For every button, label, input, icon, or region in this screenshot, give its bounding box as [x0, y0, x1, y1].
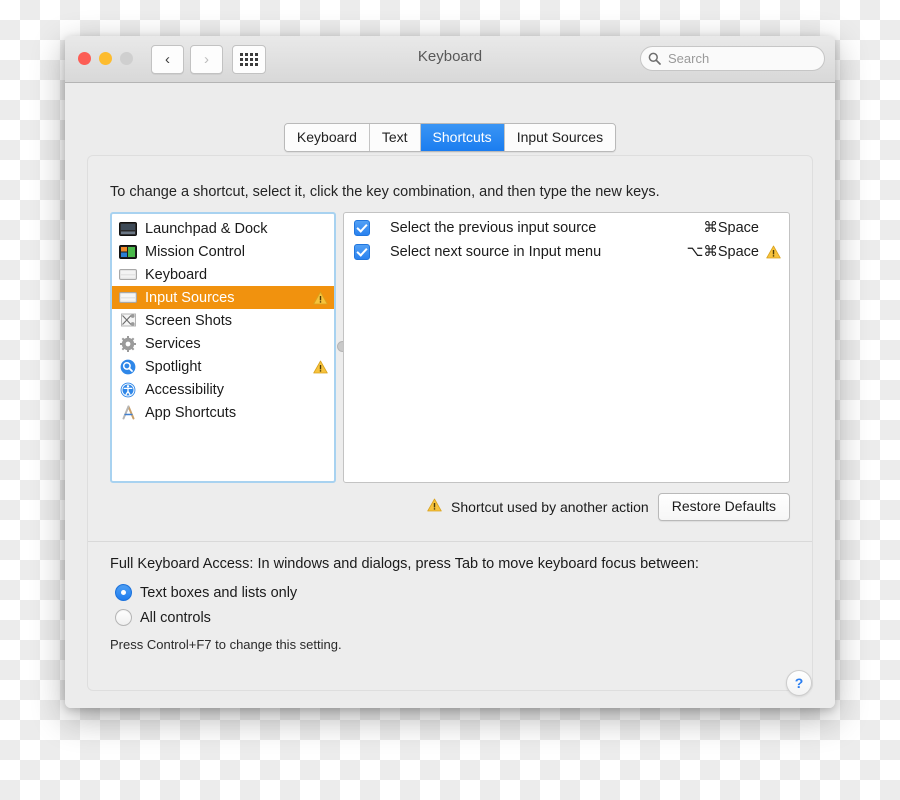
services-gear-icon — [118, 336, 138, 352]
category-row-screen-shots[interactable]: Screen Shots — [112, 309, 334, 332]
category-row-input-sources[interactable]: Input Sources — [112, 286, 334, 309]
tab-keyboard[interactable]: Keyboard — [285, 124, 370, 151]
section-divider — [88, 541, 812, 542]
launchpad-dock-icon — [118, 221, 138, 237]
search-field[interactable]: ✕ — [640, 46, 825, 71]
restore-defaults-button[interactable]: Restore Defaults — [658, 493, 790, 521]
spotlight-icon — [118, 359, 138, 375]
screenshots-icon — [118, 313, 138, 329]
shortcut-checkbox[interactable] — [354, 244, 370, 260]
accessibility-icon — [118, 382, 138, 398]
tab-group: Keyboard Text Shortcuts Input Sources — [284, 123, 616, 152]
category-label: Services — [145, 336, 328, 352]
shortcut-list[interactable]: Select the previous input source ⌘Space … — [343, 212, 790, 483]
window-titlebar: ‹ › Keyboard ✕ — [65, 36, 835, 83]
tab-bar: Keyboard Text Shortcuts Input Sources — [65, 123, 835, 152]
category-row-mission-control[interactable]: Mission Control — [112, 240, 334, 263]
category-label: App Shortcuts — [145, 405, 328, 421]
shortcut-category-list[interactable]: Launchpad & Dock Mission Control — [110, 212, 336, 483]
tab-text[interactable]: Text — [370, 124, 421, 151]
category-label: Accessibility — [145, 382, 328, 398]
category-label: Mission Control — [145, 244, 328, 260]
category-label: Launchpad & Dock — [145, 221, 328, 237]
app-shortcuts-icon — [118, 405, 138, 421]
radio-label: All controls — [140, 610, 211, 626]
shortcut-keys[interactable]: ⌥⌘Space — [687, 244, 759, 260]
legend-row: Shortcut used by another action Restore … — [110, 493, 790, 521]
help-button[interactable]: ? — [786, 670, 812, 696]
shortcut-name: Select the previous input source — [390, 220, 703, 236]
category-label: Screen Shots — [145, 313, 328, 329]
full-keyboard-access-title: Full Keyboard Access: In windows and dia… — [110, 556, 699, 572]
tab-shortcuts[interactable]: Shortcuts — [421, 124, 505, 151]
category-row-spotlight[interactable]: Spotlight — [112, 355, 334, 378]
input-sources-icon — [118, 290, 138, 306]
warning-triangle-icon — [313, 360, 328, 374]
keyboard-icon — [118, 267, 138, 283]
radio-button[interactable] — [115, 609, 132, 626]
warning-triangle-icon — [765, 245, 781, 259]
category-row-services[interactable]: Services — [112, 332, 334, 355]
shortcuts-panel: To change a shortcut, select it, click t… — [88, 156, 812, 690]
shortcut-checkbox[interactable] — [354, 220, 370, 236]
tab-input-sources[interactable]: Input Sources — [505, 124, 615, 151]
category-row-launchpad-dock[interactable]: Launchpad & Dock — [112, 217, 334, 240]
category-label: Spotlight — [145, 359, 313, 375]
category-row-app-shortcuts[interactable]: App Shortcuts — [112, 401, 334, 424]
full-keyboard-access-note: Press Control+F7 to change this setting. — [110, 637, 342, 652]
warning-triangle-icon — [313, 291, 328, 305]
shortcut-keys[interactable]: ⌘Space — [703, 220, 759, 236]
instruction-text: To change a shortcut, select it, click t… — [110, 184, 660, 200]
radio-text-boxes-and-lists-only[interactable]: Text boxes and lists only — [115, 584, 297, 601]
window-body: Keyboard Text Shortcuts Input Sources To… — [65, 83, 835, 708]
keyboard-preferences-window: ‹ › Keyboard ✕ — [65, 36, 835, 708]
search-icon — [648, 52, 661, 65]
category-row-keyboard[interactable]: Keyboard — [112, 263, 334, 286]
shortcut-name: Select next source in Input menu — [390, 244, 687, 260]
shortcut-row[interactable]: Select the previous input source ⌘Space — [344, 216, 789, 240]
legend-text: Shortcut used by another action — [451, 499, 649, 515]
radio-label: Text boxes and lists only — [140, 585, 297, 601]
mission-control-icon — [118, 244, 138, 260]
warning-triangle-icon — [427, 498, 442, 517]
category-label: Keyboard — [145, 267, 328, 283]
radio-button-selected[interactable] — [115, 584, 132, 601]
shortcut-row[interactable]: Select next source in Input menu ⌥⌘Space — [344, 240, 789, 264]
search-input[interactable] — [666, 50, 835, 67]
radio-all-controls[interactable]: All controls — [115, 609, 211, 626]
category-label: Input Sources — [145, 290, 313, 306]
category-row-accessibility[interactable]: Accessibility — [112, 378, 334, 401]
